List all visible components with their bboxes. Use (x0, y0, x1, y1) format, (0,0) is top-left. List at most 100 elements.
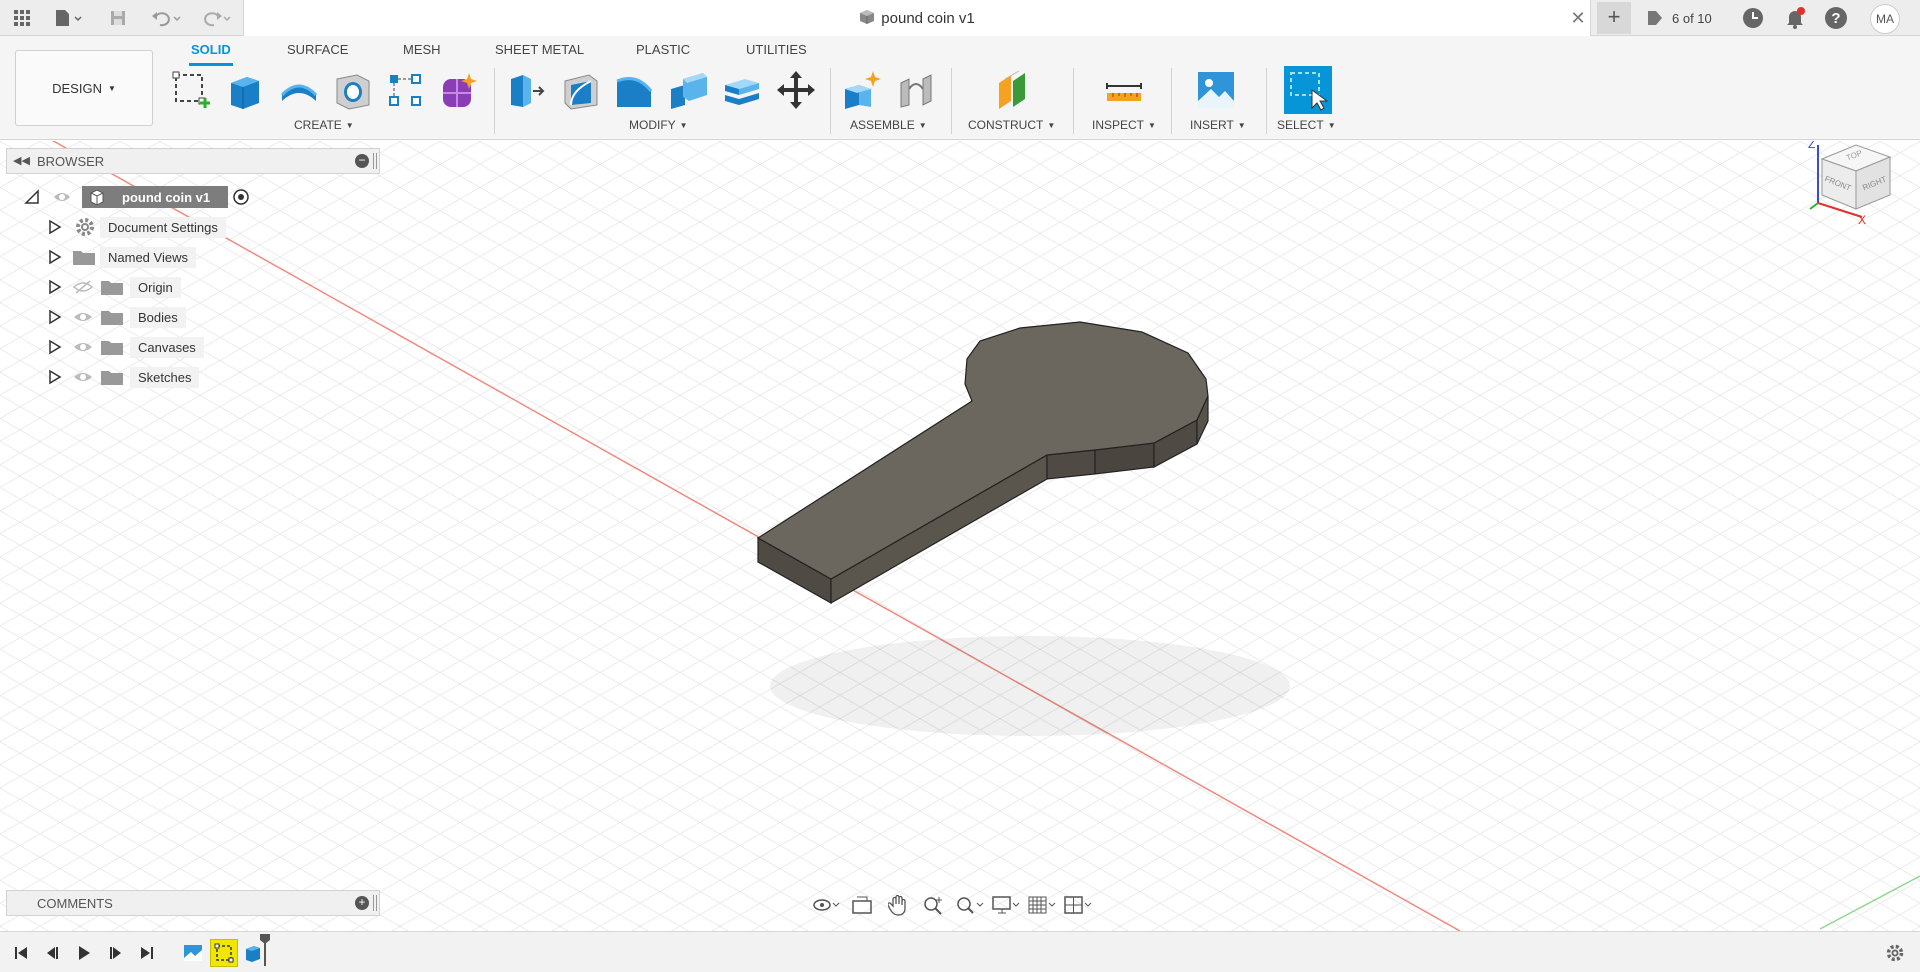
new-component-icon[interactable] (840, 68, 884, 112)
collapse-panel-icon[interactable]: ◀◀ (13, 154, 30, 167)
file-menu-button[interactable] (48, 4, 88, 32)
extrude-icon[interactable] (222, 68, 266, 112)
collapse-triangle-icon[interactable] (24, 189, 40, 205)
view-cube[interactable]: Z X TOP FRONT RIGHT (1800, 141, 1900, 237)
browser-item-bodies[interactable]: Bodies (48, 304, 186, 330)
browser-item-sketches[interactable]: Sketches (48, 364, 200, 390)
create-form-icon[interactable] (436, 68, 480, 112)
timeline-sketch-feature-icon[interactable] (210, 939, 238, 967)
insert-image-icon[interactable] (1194, 68, 1238, 112)
redo-icon[interactable] (196, 4, 236, 32)
expand-triangle-icon[interactable] (48, 309, 62, 325)
look-at-icon[interactable] (846, 892, 878, 918)
combine-icon[interactable] (666, 68, 710, 112)
viewports-icon[interactable] (1062, 892, 1094, 918)
expand-triangle-icon[interactable] (48, 219, 62, 235)
app-grid-icon[interactable] (8, 4, 36, 32)
tab-sheet-metal[interactable]: SHEET METAL (493, 42, 586, 63)
eye-icon[interactable] (72, 339, 94, 355)
browser-item-named-views[interactable]: Named Views (48, 244, 196, 270)
step-forward-icon[interactable] (104, 943, 126, 963)
move-copy-icon[interactable] (774, 68, 818, 112)
user-avatar[interactable]: MA (1870, 4, 1900, 34)
minimize-browser-icon[interactable]: − (355, 154, 369, 168)
zoom-icon[interactable] (918, 892, 950, 918)
tab-plastic[interactable]: PLASTIC (634, 42, 692, 63)
group-separator (951, 68, 952, 134)
create-menu[interactable]: CREATE ▼ (294, 118, 354, 132)
clock-icon[interactable] (1741, 6, 1765, 30)
orbit-icon[interactable] (810, 892, 842, 918)
play-icon[interactable] (73, 943, 95, 963)
folder-icon (101, 371, 123, 385)
job-status-icon (1648, 11, 1662, 25)
browser-item-document-settings[interactable]: Document Settings (48, 214, 226, 240)
select-icon[interactable] (1284, 66, 1332, 114)
workspace-switcher[interactable]: DESIGN ▼ (15, 50, 153, 126)
tree-item-label: Bodies (130, 306, 186, 328)
joint-icon[interactable] (894, 68, 938, 112)
panel-grip-icon[interactable] (373, 895, 377, 911)
activate-radio-icon[interactable] (232, 188, 250, 206)
hole-icon[interactable] (330, 68, 374, 112)
expand-triangle-icon[interactable] (48, 249, 62, 265)
create-sketch-icon[interactable] (169, 68, 213, 112)
go-to-start-icon[interactable] (10, 943, 32, 963)
display-settings-icon[interactable] (990, 892, 1022, 918)
measure-icon[interactable] (1102, 68, 1146, 112)
rectangular-pattern-icon[interactable] (383, 68, 427, 112)
save-icon[interactable] (104, 4, 132, 32)
tab-surface[interactable]: SURFACE (285, 42, 350, 63)
tab-utilities[interactable]: UTILITIES (744, 42, 809, 63)
hidden-eye-icon[interactable] (72, 279, 94, 295)
help-icon[interactable]: ? (1824, 6, 1848, 30)
grid-settings-icon[interactable] (1026, 892, 1058, 918)
comments-title: COMMENTS (37, 896, 113, 911)
eye-icon[interactable] (52, 189, 72, 205)
expand-triangle-icon[interactable] (48, 369, 62, 385)
assemble-menu[interactable]: ASSEMBLE ▼ (850, 118, 927, 132)
notifications-bell-icon[interactable] (1783, 6, 1807, 30)
press-pull-icon[interactable] (504, 68, 548, 112)
shell-icon[interactable] (720, 68, 764, 112)
navigation-bar (810, 890, 1110, 920)
application-top-bar: pound coin v1 ✕ + 6 of 10 ? MA (0, 0, 1920, 36)
modify-menu[interactable]: MODIFY ▼ (629, 118, 688, 132)
undo-icon[interactable] (146, 4, 186, 32)
chamfer-icon[interactable] (612, 68, 656, 112)
eye-icon[interactable] (72, 309, 94, 325)
caret-down-icon: ▼ (1047, 120, 1056, 130)
new-tab-button[interactable]: + (1597, 2, 1631, 34)
timeline-marker-handle[interactable] (258, 932, 272, 968)
browser-item-origin[interactable]: Origin (48, 274, 181, 300)
expand-triangle-icon[interactable] (48, 279, 62, 295)
add-comment-icon[interactable]: + (355, 896, 369, 910)
tab-solid[interactable]: SOLID (189, 42, 233, 66)
close-tab-icon[interactable]: ✕ (1566, 6, 1590, 30)
go-to-end-icon[interactable] (136, 943, 158, 963)
timeline-canvas-feature-icon[interactable] (182, 943, 204, 963)
document-tab[interactable]: pound coin v1 ✕ (243, 0, 1591, 36)
browser-item-canvases[interactable]: Canvases (48, 334, 204, 360)
step-back-icon[interactable] (42, 943, 64, 963)
tab-mesh[interactable]: MESH (401, 42, 443, 63)
offset-plane-icon[interactable] (992, 68, 1036, 112)
browser-root-row[interactable]: pound coin v1 (24, 184, 250, 210)
inspect-menu[interactable]: INSPECT ▼ (1092, 118, 1156, 132)
timeline-settings-gear-icon[interactable] (1884, 943, 1906, 963)
eye-icon[interactable] (72, 369, 94, 385)
construct-menu[interactable]: CONSTRUCT ▼ (968, 118, 1055, 132)
root-component-item[interactable]: pound coin v1 (82, 186, 229, 208)
fit-zoom-icon[interactable] (954, 892, 986, 918)
expand-triangle-icon[interactable] (48, 339, 62, 355)
tree-item-label: Origin (130, 276, 181, 298)
job-status[interactable]: 6 of 10 (1646, 8, 1712, 28)
insert-menu[interactable]: INSERT ▼ (1190, 118, 1246, 132)
panel-grip-icon[interactable] (373, 153, 377, 169)
select-menu[interactable]: SELECT ▼ (1277, 118, 1336, 132)
pan-hand-icon[interactable] (882, 892, 914, 918)
folder-icon (73, 251, 95, 265)
fillet-icon[interactable] (558, 68, 602, 112)
revolve-icon[interactable] (277, 68, 321, 112)
caret-down-icon: ▼ (1237, 120, 1246, 130)
